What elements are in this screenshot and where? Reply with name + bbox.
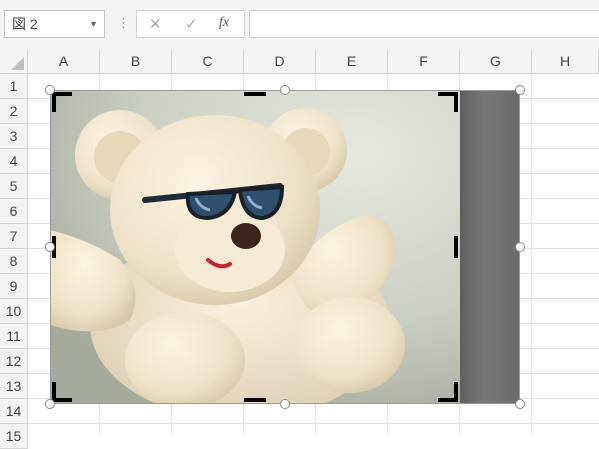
row-header-1[interactable]: 1	[0, 74, 28, 99]
formula-buttons: ✕ ✓ fx	[136, 10, 245, 38]
crop-handle-top-right-vertical[interactable]	[454, 92, 458, 112]
row-header-2[interactable]: 2	[0, 99, 28, 124]
resize-handle-bottom-right[interactable]	[515, 399, 525, 409]
crop-handle-top-middle[interactable]	[244, 92, 266, 96]
column-header-f[interactable]: F	[388, 50, 460, 74]
column-header-h[interactable]: H	[532, 50, 599, 74]
row-header-12[interactable]: 12	[0, 349, 28, 374]
name-box[interactable]: 図 2 ▼	[4, 10, 105, 38]
row-header-6[interactable]: 6	[0, 199, 28, 224]
row-header-7[interactable]: 7	[0, 224, 28, 249]
column-header-b[interactable]: B	[100, 50, 172, 74]
formula-input[interactable]	[249, 10, 599, 38]
crop-handle-middle-right[interactable]	[454, 236, 458, 258]
enter-icon[interactable]: ✓	[185, 15, 198, 33]
chevron-down-icon[interactable]: ▼	[89, 11, 98, 37]
resize-handle-middle-left[interactable]	[45, 242, 55, 252]
crop-handle-top-left-vertical[interactable]	[52, 92, 56, 112]
name-box-value: 図 2	[12, 16, 38, 32]
column-header-c[interactable]: C	[172, 50, 244, 74]
row-header-4[interactable]: 4	[0, 149, 28, 174]
column-header-e[interactable]: E	[316, 50, 388, 74]
formula-bar: 図 2 ▼ ⋮ ✕ ✓ fx	[0, 0, 599, 50]
row-header-11[interactable]: 11	[0, 324, 28, 349]
crop-handle-bottom-middle[interactable]	[244, 398, 266, 402]
row-header-5[interactable]: 5	[0, 174, 28, 199]
selection-outline	[50, 90, 520, 404]
select-all-button[interactable]	[0, 50, 28, 74]
column-header-g[interactable]: G	[460, 50, 532, 74]
resize-handle-top-middle[interactable]	[280, 85, 290, 95]
column-header-d[interactable]: D	[244, 50, 316, 74]
insert-function-icon[interactable]: fx	[219, 15, 229, 31]
row-header-15[interactable]: 15	[0, 424, 28, 449]
row-header-14[interactable]: 14	[0, 399, 28, 424]
resize-handle-middle-right[interactable]	[515, 242, 525, 252]
resize-handle-top-right[interactable]	[515, 85, 525, 95]
resize-handle-bottom-left[interactable]	[45, 399, 55, 409]
more-options-icon[interactable]: ⋮	[117, 16, 130, 30]
picture[interactable]	[45, 85, 525, 409]
column-header-a[interactable]: A	[28, 50, 100, 74]
row-header-9[interactable]: 9	[0, 274, 28, 299]
resize-handle-top-left[interactable]	[45, 85, 55, 95]
row-header-8[interactable]: 8	[0, 249, 28, 274]
crop-handle-bottom-right-vertical[interactable]	[454, 382, 458, 402]
cancel-icon[interactable]: ✕	[149, 15, 162, 33]
row-header-13[interactable]: 13	[0, 374, 28, 399]
resize-handle-bottom-middle[interactable]	[280, 399, 290, 409]
row-header-3[interactable]: 3	[0, 124, 28, 149]
row-header-10[interactable]: 10	[0, 299, 28, 324]
